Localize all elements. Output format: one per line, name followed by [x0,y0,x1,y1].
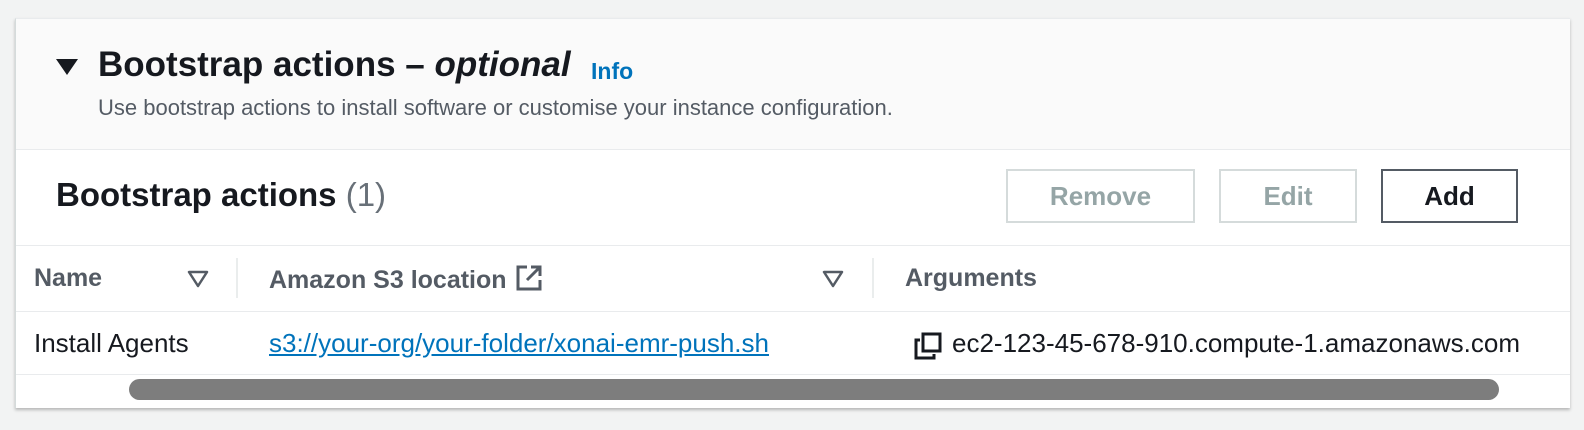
section-description: Use bootstrap actions to install softwar… [98,95,893,120]
column-header-location-label: Amazon S3 location [269,266,507,294]
section-header: Bootstrap actions – optional Info Use bo… [16,19,1570,150]
external-link-icon [516,265,542,291]
caret-down-icon[interactable] [56,59,78,75]
edit-button[interactable]: Edit [1219,169,1357,223]
row-name: Install Agents [34,328,189,358]
table-row: Install Agents s3://your-org/your-folder… [16,312,1570,375]
bootstrap-actions-container: Bootstrap actions – optional Info Use bo… [15,18,1570,408]
table-title: Bootstrap actions (1) [56,176,386,214]
scrollbar-thumb[interactable] [129,379,1499,400]
section-title-optional: optional [434,45,571,84]
table-header: Bootstrap actions (1) Remove Edit Add [16,150,1570,246]
add-button[interactable]: Add [1381,169,1518,223]
row-s3-location-link[interactable]: s3://your-org/your-folder/xonai-emr-push… [269,328,769,359]
table-column-headers: Name Amazon S3 location Arguments [16,246,1570,312]
copy-icon[interactable] [914,332,942,360]
column-header-location[interactable]: Amazon S3 location [269,264,543,295]
section-title[interactable]: Bootstrap actions – optional [98,45,571,85]
info-link[interactable]: Info [591,58,633,85]
horizontal-scrollbar[interactable] [16,375,1570,408]
column-header-name[interactable]: Name [34,264,102,293]
sort-down-icon[interactable] [822,270,844,288]
remove-button[interactable]: Remove [1006,169,1195,223]
table-count: (1) [345,176,387,213]
column-header-arguments[interactable]: Arguments [905,264,1037,293]
section-title-main: Bootstrap actions – [98,45,435,84]
row-arguments: ec2-123-45-678-910.compute-1.amazonaws.c… [952,328,1520,358]
column-divider[interactable] [236,258,238,298]
column-divider[interactable] [872,258,874,298]
table-title-text: Bootstrap actions [56,176,337,213]
sort-down-icon[interactable] [187,270,209,288]
